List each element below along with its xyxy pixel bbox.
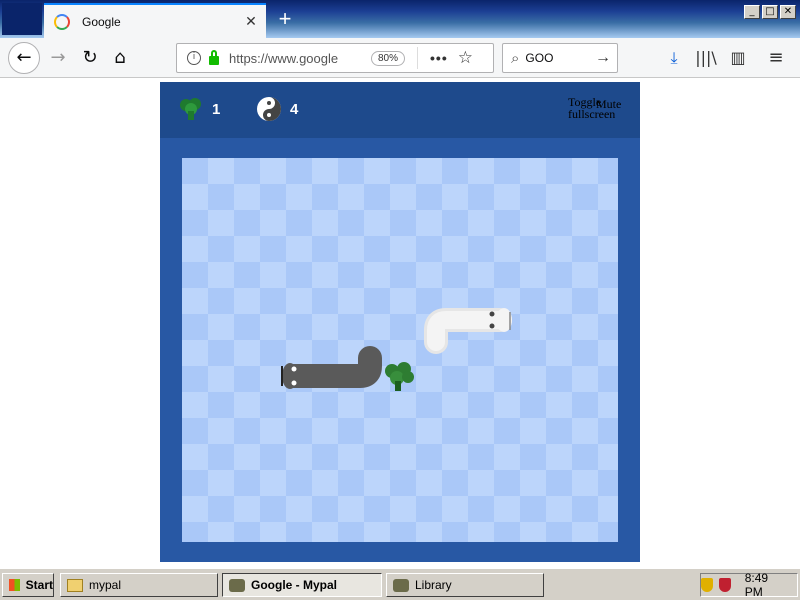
maximize-button[interactable]: □ [762, 5, 778, 19]
folder-icon [67, 578, 83, 592]
library-window-icon [393, 578, 409, 592]
url-bar[interactable]: i https://www.google 80% ••• ☆ [176, 43, 494, 73]
nav-bar: ← → ↻ ⌂ i https://www.google 80% ••• ☆ ⌕… [0, 38, 800, 78]
mute-button[interactable]: Mute [596, 98, 621, 110]
yinyang-count: 4 [290, 100, 299, 118]
game-hud: 1 4 Toggle fullscreen Mute [160, 82, 640, 138]
windows-logo-icon [9, 579, 20, 591]
search-bar[interactable]: ⌕ GOO → [502, 43, 618, 73]
game-board[interactable] [182, 158, 618, 542]
taskbar-item-mypal[interactable]: mypal [60, 573, 218, 597]
close-window-button[interactable]: ✕ [780, 5, 796, 19]
zoom-indicator[interactable]: 80% [371, 50, 406, 66]
yinyang-score: 4 [256, 96, 298, 122]
downloads-icon[interactable]: ⤓ [660, 42, 688, 74]
page-actions-button[interactable]: ••• [430, 50, 448, 66]
snake-game: 1 4 Toggle fullscreen Mute [160, 82, 640, 562]
mypal-icon [229, 578, 245, 592]
taskbar-item-library[interactable]: Library [386, 573, 544, 597]
taskbar-item-label: Library [415, 578, 452, 592]
broccoli-count: 1 [212, 100, 221, 118]
security-shield-icon[interactable] [701, 578, 713, 592]
system-tray: 8:49 PM [700, 571, 798, 599]
start-button[interactable]: Start [2, 573, 54, 597]
bookmark-star-icon[interactable]: ☆ [458, 48, 473, 68]
forward-button[interactable]: → [42, 42, 74, 74]
reload-button[interactable]: ↻ [74, 42, 106, 74]
taskbar-item-label: mypal [89, 578, 122, 592]
broccoli-score: 1 [178, 96, 220, 122]
home-button[interactable]: ⌂ [104, 42, 136, 74]
taskbar-item-label: Google - Mypal [251, 578, 338, 592]
search-input[interactable]: GOO [525, 51, 595, 65]
broccoli-icon [180, 98, 201, 120]
new-tab-button[interactable]: + [272, 6, 298, 32]
antivirus-shield-icon[interactable] [718, 578, 731, 592]
search-icon: ⌕ [511, 49, 520, 67]
page-content: 1 4 Toggle fullscreen Mute [0, 79, 800, 568]
back-button[interactable]: ← [8, 42, 40, 74]
url-text[interactable]: https://www.google [229, 51, 341, 66]
site-info-icon[interactable]: i [187, 51, 201, 65]
clock[interactable]: 8:49 PM [745, 571, 789, 599]
taskbar: Start mypal Google - Mypal Library 8:49 … [0, 568, 800, 600]
google-favicon-icon [54, 13, 70, 30]
board-canvas [281, 308, 512, 391]
game-options: Toggle fullscreen Mute [568, 96, 628, 120]
gray-snake [281, 346, 382, 389]
taskbar-item-google-mypal[interactable]: Google - Mypal [222, 573, 382, 597]
url-separator [417, 47, 419, 69]
tab-strip-spacer [2, 3, 42, 35]
start-label: Start [25, 578, 53, 592]
window-controls: _ □ ✕ [744, 5, 796, 19]
search-go-icon[interactable]: → [595, 49, 611, 67]
tab-strip: Google ✕ + _ □ ✕ [0, 0, 800, 38]
tab-google[interactable]: Google ✕ [44, 3, 266, 38]
hamburger-menu-icon[interactable]: ≡ [762, 42, 790, 74]
white-snake [424, 308, 512, 354]
broccoli-food [385, 362, 414, 391]
library-icon[interactable]: |||\ [692, 42, 720, 74]
sidebar-icon[interactable]: ▥ [724, 42, 752, 74]
yinyang-icon [257, 97, 281, 121]
tab-title: Google [82, 14, 121, 29]
lock-icon[interactable] [209, 49, 219, 65]
tab-close-icon[interactable]: ✕ [242, 13, 260, 30]
minimize-button[interactable]: _ [744, 5, 760, 19]
